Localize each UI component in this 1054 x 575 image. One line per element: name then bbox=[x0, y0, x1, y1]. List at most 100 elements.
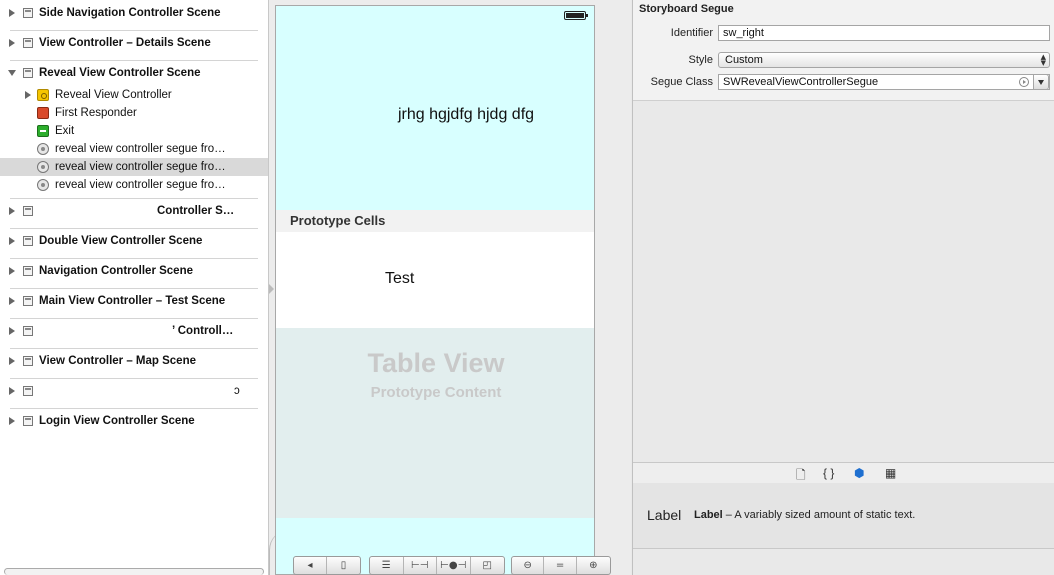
prototype-cell[interactable]: Test bbox=[276, 232, 594, 329]
scene-icon bbox=[23, 38, 33, 48]
segue-class-value[interactable]: SWRevealViewControllerSegue bbox=[723, 76, 878, 88]
item-label: reveal view controller segue fro… bbox=[55, 143, 226, 155]
outline-item-exit[interactable]: Exit bbox=[0, 122, 268, 140]
disclosure-triangle-icon[interactable] bbox=[9, 417, 15, 425]
segue-icon bbox=[37, 143, 49, 155]
updown-arrows-icon: ▲ ▼ bbox=[1040, 53, 1046, 67]
separator bbox=[10, 30, 258, 31]
outline-scene-details[interactable]: View Controller – Details Scene bbox=[0, 34, 268, 52]
document-outline: Side Navigation Controller Scene View Co… bbox=[0, 0, 269, 575]
disclosure-triangle-icon[interactable] bbox=[9, 327, 15, 335]
library-item-desc-text: – A variably sized amount of static text… bbox=[722, 509, 916, 521]
scene-icon bbox=[23, 8, 33, 18]
disclosure-triangle-icon[interactable] bbox=[9, 9, 15, 17]
outline-scene-controller[interactable]: Controller S… bbox=[0, 202, 268, 220]
resize-icon[interactable]: ▯ bbox=[327, 557, 360, 574]
separator bbox=[10, 198, 258, 199]
outline-scene-double-view[interactable]: Double View Controller Scene bbox=[0, 232, 268, 250]
scene-icon bbox=[23, 68, 33, 78]
pin-icon[interactable]: ⊢⊣ bbox=[404, 557, 437, 574]
outline-item-first-responder[interactable]: First Responder bbox=[0, 104, 268, 122]
zoom-out-icon[interactable]: ⊖ bbox=[512, 557, 545, 574]
scene-icon bbox=[23, 206, 33, 216]
disclosure-triangle-icon[interactable] bbox=[9, 267, 15, 275]
outline-item-segue-selected[interactable]: reveal view controller segue fro… bbox=[0, 158, 268, 176]
style-label: Style bbox=[688, 54, 713, 66]
style-value: Custom bbox=[725, 54, 763, 66]
disclosure-triangle-icon[interactable] bbox=[9, 357, 15, 365]
identifier-label: Identifier bbox=[670, 27, 713, 39]
code-snippet-icon[interactable]: { } bbox=[823, 466, 834, 480]
scene-label: ɔ bbox=[234, 385, 240, 397]
battery-icon bbox=[564, 11, 588, 20]
scene-label: View Controller – Map Scene bbox=[39, 355, 197, 367]
resolve-icon[interactable]: ⊢●⊣ bbox=[437, 557, 471, 574]
view-controller-frame[interactable]: jrhg hgjdfg hjdg dfg Prototype Cells Tes… bbox=[275, 5, 595, 575]
back-arrow-icon[interactable]: ◂ bbox=[294, 557, 328, 574]
resizing-icon[interactable]: ◰ bbox=[471, 557, 504, 574]
segue-class-combo[interactable]: SWRevealViewControllerSegue bbox=[718, 74, 1050, 90]
scene-icon bbox=[23, 416, 33, 426]
outline-item-segue[interactable]: reveal view controller segue fro… bbox=[0, 176, 268, 194]
style-popup[interactable]: Custom ▲ ▼ bbox=[718, 52, 1050, 68]
segue-class-label: Segue Class bbox=[650, 76, 713, 88]
outline-item-segue[interactable]: reveal view controller segue fro… bbox=[0, 140, 268, 158]
scene-icon bbox=[23, 296, 33, 306]
item-label: reveal view controller segue fro… bbox=[55, 179, 226, 191]
header-label[interactable]: jrhg hgjdfg hjdg dfg bbox=[276, 106, 594, 124]
disclosure-triangle-icon[interactable] bbox=[9, 387, 15, 395]
scene-label: Navigation Controller Scene bbox=[39, 265, 194, 277]
outline-scene-map[interactable]: View Controller – Map Scene bbox=[0, 352, 268, 370]
align-icon[interactable]: ☰ bbox=[370, 557, 404, 574]
outline-scene-navigation[interactable]: Navigation Controller Scene bbox=[0, 262, 268, 280]
disclosure-triangle-open-icon[interactable] bbox=[8, 70, 16, 76]
first-responder-icon bbox=[37, 107, 49, 119]
canvas-collapse-handle[interactable] bbox=[269, 284, 274, 294]
attributes-inspector: Storyboard Segue Identifier sw_right Sty… bbox=[632, 0, 1054, 575]
item-label: Reveal View Controller bbox=[55, 89, 172, 101]
segue-attributes-panel: Storyboard Segue Identifier sw_right Sty… bbox=[633, 0, 1054, 101]
canvas-toolbar-group-layout: ◂ ▯ bbox=[293, 556, 361, 575]
library-tabs: 🗋 { } ⬢ ▦ bbox=[633, 462, 1054, 484]
item-label: Exit bbox=[55, 125, 75, 137]
scene-label: ’ Controll… bbox=[172, 325, 234, 337]
disclosure-triangle-icon[interactable] bbox=[9, 39, 15, 47]
outline-scene-controll[interactable]: ’ Controll… bbox=[0, 322, 268, 340]
table-view[interactable]: Table View Prototype Content bbox=[276, 328, 594, 518]
media-library-icon[interactable]: ▦ bbox=[885, 466, 896, 480]
disclosure-triangle-icon[interactable] bbox=[9, 297, 15, 305]
item-label: First Responder bbox=[55, 107, 137, 119]
storyboard-canvas[interactable]: jrhg hgjdfg hjdg dfg Prototype Cells Tes… bbox=[269, 0, 631, 575]
outline-scene-obscured[interactable]: ɔ bbox=[0, 382, 268, 400]
library-list: Label Label – A variably sized amount of… bbox=[633, 483, 1054, 549]
zoom-in-icon[interactable]: ⊕ bbox=[577, 557, 610, 574]
canvas-toolbar-group-align: ☰ ⊢⊣ ⊢●⊣ ◰ bbox=[369, 556, 505, 575]
scene-label: Main View Controller – Test Scene bbox=[39, 295, 226, 307]
outline-scene-main-test[interactable]: Main View Controller – Test Scene bbox=[0, 292, 268, 310]
exit-icon bbox=[37, 125, 49, 137]
cell-label[interactable]: Test bbox=[385, 270, 414, 288]
chevron-down-icon[interactable] bbox=[1033, 74, 1049, 90]
outline-scene-side-navigation[interactable]: Side Navigation Controller Scene bbox=[0, 4, 268, 22]
canvas-toolbar-group-zoom: ⊖ = ⊕ bbox=[511, 556, 611, 575]
outline-item-reveal-view-controller[interactable]: Reveal View Controller bbox=[0, 86, 268, 104]
object-library-icon[interactable]: ⬢ bbox=[854, 466, 864, 480]
scene-icon bbox=[23, 236, 33, 246]
disclosure-triangle-icon[interactable] bbox=[25, 91, 31, 99]
separator bbox=[10, 288, 258, 289]
zoom-actual-icon[interactable]: = bbox=[544, 557, 577, 574]
disclosure-triangle-icon[interactable] bbox=[9, 207, 15, 215]
identifier-field[interactable]: sw_right bbox=[718, 25, 1050, 41]
scene-label: Double View Controller Scene bbox=[39, 235, 203, 247]
outline-scene-login[interactable]: Login View Controller Scene bbox=[0, 412, 268, 430]
navigate-arrow-icon[interactable] bbox=[1019, 77, 1029, 87]
scene-icon bbox=[23, 386, 33, 396]
scene-icon bbox=[23, 266, 33, 276]
disclosure-triangle-icon[interactable] bbox=[9, 237, 15, 245]
segue-icon bbox=[37, 179, 49, 191]
scene-label: Controller S… bbox=[157, 205, 235, 217]
outline-scene-reveal[interactable]: Reveal View Controller Scene bbox=[0, 64, 268, 82]
separator bbox=[10, 378, 258, 379]
separator bbox=[10, 348, 258, 349]
outline-filter-field[interactable] bbox=[4, 568, 264, 575]
